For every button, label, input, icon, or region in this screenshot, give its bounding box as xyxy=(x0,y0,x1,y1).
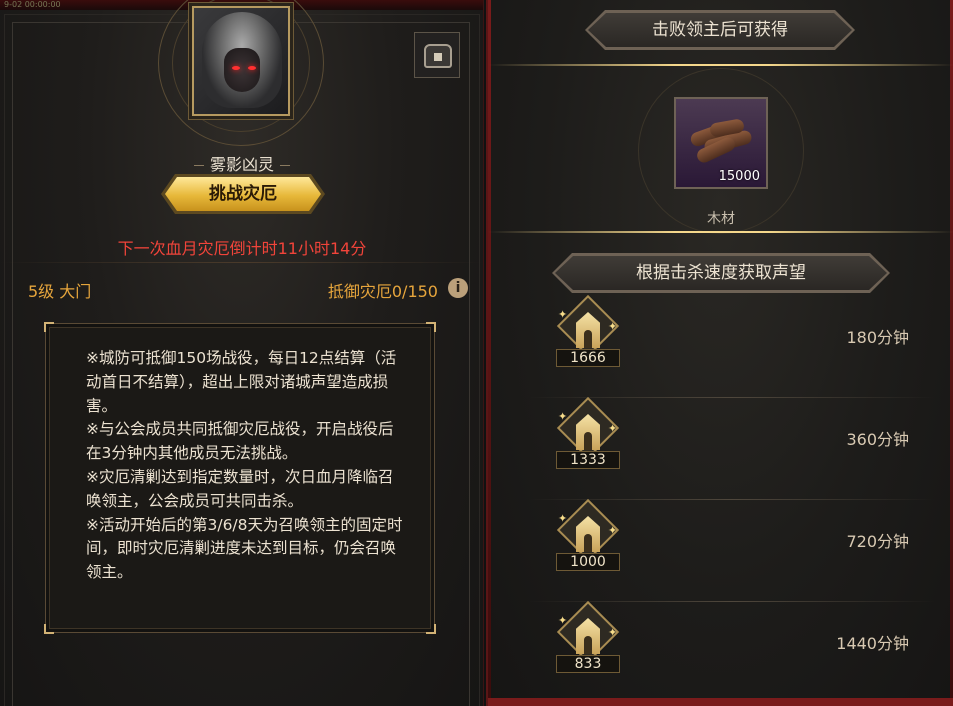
boss-eye-left xyxy=(232,66,240,70)
boss-name: 雾影凶灵 xyxy=(0,151,483,175)
reputation-value: 833 xyxy=(556,655,620,673)
rules-description-box: ※城防可抵御150场战役，每日12点结算（活动首日不结算），超出上限对诸城声望造… xyxy=(44,322,436,634)
gate-level: 5级 大门 xyxy=(28,282,92,301)
challenge-button[interactable]: 挑战灾厄 xyxy=(165,177,321,211)
rules-text: ※城防可抵御150场战役，每日12点结算（活动首日不结算），超出上限对诸城声望造… xyxy=(86,349,403,582)
reputation-banner: 根据击杀速度获取声望 xyxy=(555,256,887,290)
info-icon[interactable]: i xyxy=(448,278,468,298)
reward-item[interactable]: 15000 xyxy=(674,97,768,189)
defense-progress: 抵御灾厄0/150 xyxy=(327,282,438,301)
reputation-value: 1333 xyxy=(556,451,620,469)
divider xyxy=(0,262,483,263)
panel-border-bottom xyxy=(488,698,953,706)
reward-count: 15000 xyxy=(718,169,760,184)
kill-time: 180分钟 xyxy=(846,328,909,347)
reputation-badge: ✦ ✦ 1333 xyxy=(556,396,620,480)
wood-icon xyxy=(688,117,753,165)
kill-time: 360分钟 xyxy=(846,430,909,449)
reward-name: 木材 xyxy=(707,211,735,227)
reward-panel: 击败领主后可获得 15000 木材 根据击杀速度获取声望 ✦ ✦ 1666 180… xyxy=(486,0,953,706)
reputation-value: 1666 xyxy=(556,349,620,367)
boss-portrait[interactable] xyxy=(192,6,290,116)
corner-bl xyxy=(44,624,54,634)
top-bar-text: 9-02 00:00:00 xyxy=(4,0,61,9)
kill-row: ✦ ✦ 833 1440分钟 xyxy=(508,600,953,704)
boss-face xyxy=(224,48,260,92)
kill-row: ✦ ✦ 1333 360分钟 xyxy=(508,396,953,500)
chest-lock xyxy=(434,53,442,61)
blood-moon-countdown: 下一次血月灾厄倒计时11小时14分 xyxy=(117,239,367,258)
gold-divider-bottom xyxy=(488,231,953,233)
chest-icon[interactable] xyxy=(414,32,460,78)
reputation-badge: ✦ ✦ 1000 xyxy=(556,498,620,582)
boss-panel: 9-02 00:00:00 雾影凶灵 挑战灾厄 下一次血月灾厄倒计时11小时14… xyxy=(0,0,484,706)
kill-time: 720分钟 xyxy=(846,532,909,551)
reputation-badge: ✦ ✦ 1666 xyxy=(556,294,620,378)
boss-eye-right xyxy=(248,66,256,70)
kill-row: ✦ ✦ 1666 180分钟 xyxy=(508,294,953,398)
corner-tr xyxy=(426,322,436,332)
panel-border-left xyxy=(488,0,491,706)
kill-time: 1440分钟 xyxy=(836,634,909,653)
kill-row: ✦ ✦ 1000 720分钟 xyxy=(508,498,953,602)
defense-info-row: 5级 大门 抵御灾厄0/150 i xyxy=(24,278,468,301)
gold-divider-top xyxy=(488,64,953,66)
corner-br xyxy=(426,624,436,634)
reward-banner: 击败领主后可获得 xyxy=(588,13,852,47)
reputation-value: 1000 xyxy=(556,553,620,571)
reputation-badge: ✦ ✦ 833 xyxy=(556,600,620,684)
boss-portrait-area xyxy=(158,0,324,150)
corner-tl xyxy=(44,322,54,332)
